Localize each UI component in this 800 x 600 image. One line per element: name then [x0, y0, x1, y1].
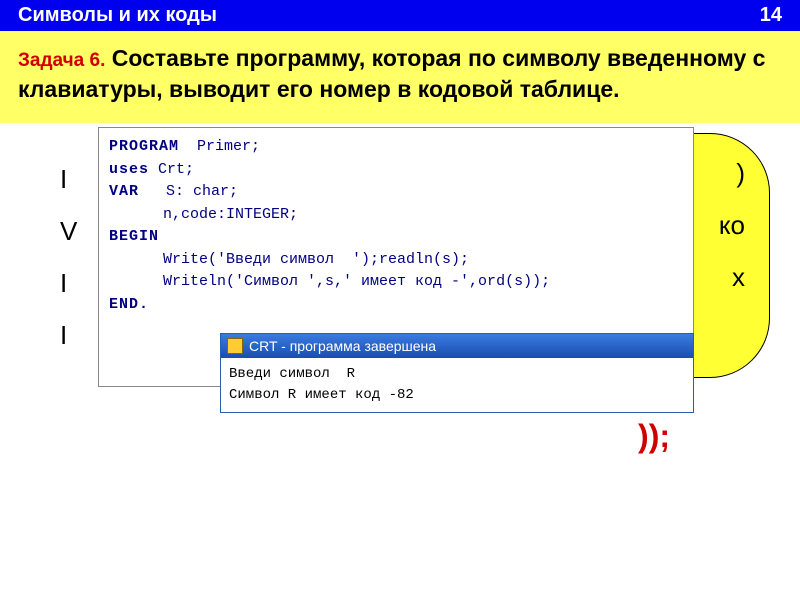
console-line: Символ R имеет код -82	[229, 385, 685, 406]
code-line: PROGRAM Primer;	[109, 136, 683, 159]
bg-frag: ко	[719, 199, 745, 251]
app-icon	[227, 338, 243, 354]
keyword: END.	[109, 296, 149, 313]
console-titlebar: CRT - программа завершена	[221, 334, 693, 358]
bg-frag: V	[60, 205, 77, 257]
bg-frag: I	[60, 309, 77, 361]
bg-frag: I	[60, 153, 77, 205]
code-text: S: char;	[139, 183, 238, 200]
code-line: Writeln('Символ ',s,' имеет код -',ord(s…	[109, 271, 683, 294]
background-paren: ));	[638, 418, 670, 455]
bg-frag: )	[719, 147, 745, 199]
console-line: Введи символ R	[229, 364, 685, 385]
keyword: BEGIN	[109, 228, 159, 245]
bg-frag: I	[60, 257, 77, 309]
keyword: PROGRAM	[109, 138, 179, 155]
code-line: uses Crt;	[109, 159, 683, 182]
task-text: Составьте программу, которая по символу …	[18, 45, 765, 102]
slide-title: Символы и их коды	[18, 4, 217, 27]
keyword: VAR	[109, 183, 139, 200]
task-label: Задача 6.	[18, 50, 105, 71]
slide-number: 14	[760, 4, 782, 27]
background-text-left: I V I I	[60, 153, 77, 361]
code-line: n,code:INTEGER;	[109, 204, 683, 227]
keyword: uses	[109, 161, 149, 178]
code-text: Primer;	[179, 138, 260, 155]
bg-frag: х	[719, 251, 745, 303]
console-body: Введи символ R Символ R имеет код -82	[221, 358, 693, 412]
code-line: END.	[109, 294, 683, 317]
code-text: Crt;	[149, 161, 194, 178]
code-line: VAR S: char;	[109, 181, 683, 204]
console-window: CRT - программа завершена Введи символ R…	[220, 333, 694, 413]
console-title-text: CRT - программа завершена	[249, 338, 436, 354]
code-line: BEGIN	[109, 226, 683, 249]
content-area: I V I I ) ко х )); PROGRAM Primer; uses …	[0, 123, 800, 583]
slide-header: Символы и их коды 14	[0, 0, 800, 31]
task-block: Задача 6. Составьте программу, которая п…	[0, 31, 800, 123]
code-line: Write('Введи символ ');readln(s);	[109, 249, 683, 272]
background-text-right: ) ко х	[719, 147, 745, 303]
